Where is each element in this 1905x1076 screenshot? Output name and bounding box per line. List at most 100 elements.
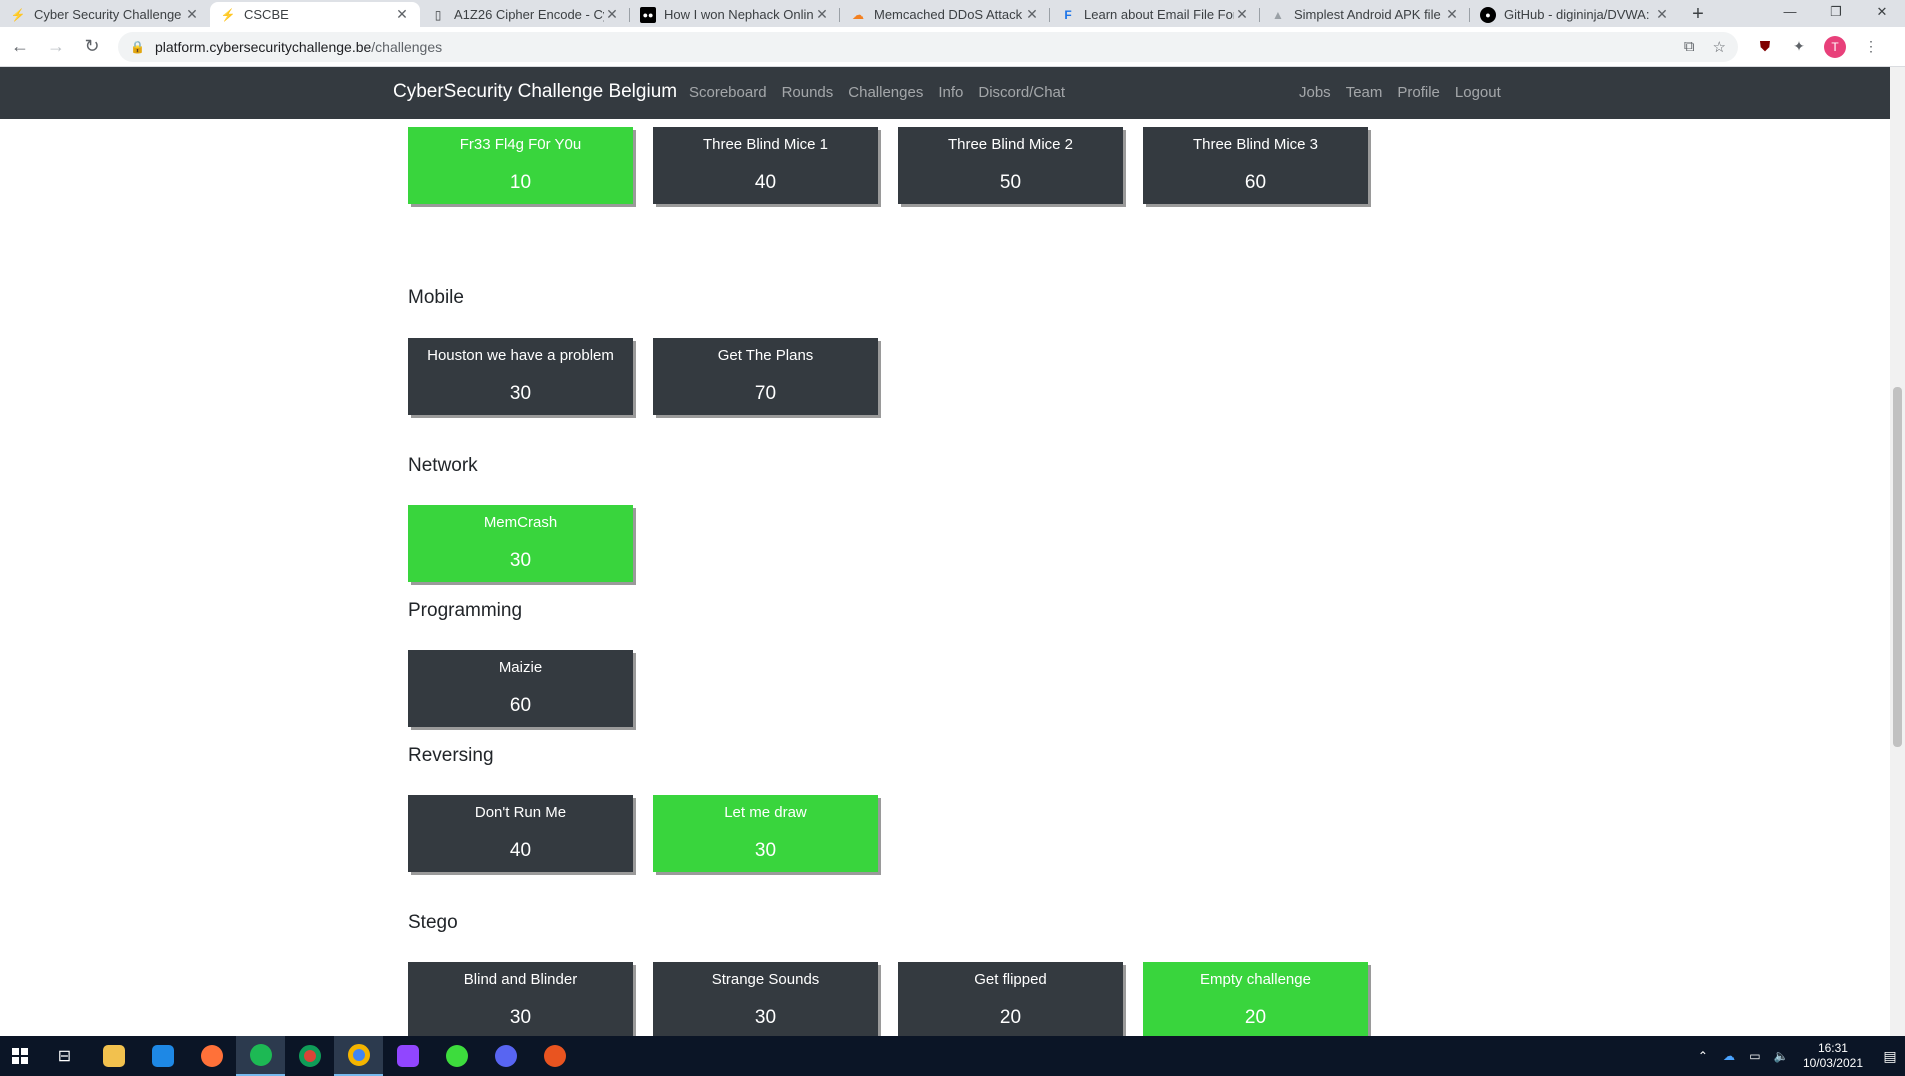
windows-start-icon[interactable] [0, 1036, 40, 1076]
close-icon[interactable]: ✕ [1234, 6, 1250, 23]
bookmark-star-icon[interactable]: ☆ [1713, 38, 1726, 56]
challenge-name: Don't Run Me [474, 804, 567, 821]
reload-icon[interactable]: ↻ [76, 31, 108, 63]
close-icon[interactable]: ✕ [814, 6, 830, 23]
challenge-points: 10 [509, 172, 532, 193]
window-controls: — ❐ ✕ [1767, 0, 1905, 24]
category-title-stego: Stego [408, 912, 458, 933]
tab-title: How I won Nephack Online [664, 7, 814, 22]
twitch-icon[interactable] [383, 1036, 432, 1076]
nav-scoreboard[interactable]: Scoreboard [689, 84, 767, 101]
profile-avatar[interactable]: T [1824, 35, 1846, 58]
browser-tab[interactable]: ☁ Memcached DDoS Attack | ✕ [840, 2, 1050, 27]
onedrive-icon[interactable]: ☁ [1719, 1049, 1739, 1063]
tray-chevron-up-icon[interactable]: ⌃ [1693, 1049, 1713, 1063]
challenge-name: Empty challenge [1200, 971, 1311, 988]
scrollbar-thumb[interactable] [1893, 387, 1902, 747]
challenge-points: 50 [999, 172, 1022, 193]
tab-title: A1Z26 Cipher Encode - Cyb [454, 7, 604, 22]
volume-icon[interactable]: 🔈 [1771, 1049, 1791, 1063]
site-navbar: CyberSecurity Challenge Belgium Scoreboa… [0, 67, 1890, 119]
challenge-points: 30 [754, 840, 777, 861]
chrome-active-icon[interactable] [334, 1036, 383, 1076]
challenge-card[interactable]: Three Blind Mice 1 40 [653, 127, 878, 204]
challenge-name: Let me draw [724, 804, 807, 821]
challenge-card[interactable]: Get flipped 20 [898, 962, 1123, 1036]
browser-tab[interactable]: ●● How I won Nephack Online ✕ [630, 2, 840, 27]
challenge-name: Houston we have a problem [427, 347, 614, 364]
cloud-icon: ☁ [852, 7, 864, 22]
challenge-card[interactable]: Fr33 Fl4g F0r Y0u 10 [408, 127, 633, 204]
tab-title: CSCBE [244, 7, 289, 22]
browser-tab[interactable]: F Learn about Email File Form ✕ [1050, 2, 1260, 27]
challenge-card[interactable]: Let me draw 30 [653, 795, 878, 872]
ublock-icon[interactable]: ⛊ [1756, 38, 1774, 56]
challenge-card[interactable]: MemCrash 30 [408, 505, 633, 582]
challenge-points: 20 [1244, 1007, 1267, 1028]
notification-icon[interactable]: ▤ [1875, 1048, 1905, 1065]
restore-icon[interactable]: ❐ [1813, 0, 1859, 24]
close-icon[interactable]: ✕ [184, 6, 200, 23]
bolt-icon: ⚡ [220, 7, 236, 22]
browser-tab[interactable]: ● GitHub - digininja/DVWA: D ✕ [1470, 2, 1680, 27]
challenge-card[interactable]: Empty challenge 20 [1143, 962, 1368, 1036]
file-explorer-icon[interactable] [89, 1036, 138, 1076]
browser-tab[interactable]: ▯ A1Z26 Cipher Encode - Cyb ✕ [420, 2, 630, 27]
nav-profile[interactable]: Profile [1397, 84, 1440, 101]
category-title-mobile: Mobile [408, 287, 464, 308]
discord-icon[interactable] [481, 1036, 530, 1076]
nav-discord-chat[interactable]: Discord/Chat [978, 84, 1065, 101]
mail-icon[interactable] [138, 1036, 187, 1076]
challenge-card[interactable]: Don't Run Me 40 [408, 795, 633, 872]
nav-info[interactable]: Info [938, 84, 963, 101]
site-brand[interactable]: CyberSecurity Challenge Belgium [393, 81, 677, 103]
challenge-name: Three Blind Mice 1 [702, 136, 829, 153]
back-icon[interactable]: ← [4, 31, 36, 63]
url-host: platform.cybersecuritychallenge.be [154, 38, 372, 55]
nav-jobs[interactable]: Jobs [1299, 84, 1331, 101]
challenge-card[interactable]: Houston we have a problem 30 [408, 338, 633, 415]
nav-team[interactable]: Team [1346, 84, 1383, 101]
forward-icon[interactable]: → [40, 31, 72, 63]
challenge-name: Get flipped [974, 971, 1047, 988]
nav-rounds[interactable]: Rounds [782, 84, 834, 101]
extensions-puzzle-icon[interactable]: ✦ [1790, 38, 1808, 56]
network-icon[interactable]: ▭ [1745, 1049, 1765, 1063]
browser-tab[interactable]: ▲ Simplest Android APK file o ✕ [1260, 2, 1470, 27]
nav-logout[interactable]: Logout [1455, 84, 1501, 101]
close-icon[interactable]: ✕ [1654, 6, 1670, 23]
browser-tab[interactable]: ⚡ Cyber Security Challenge Be ✕ [0, 2, 210, 27]
close-icon[interactable]: ✕ [394, 6, 410, 23]
challenge-card[interactable]: Strange Sounds 30 [653, 962, 878, 1036]
chrome-icon[interactable] [285, 1036, 334, 1076]
nav-challenges[interactable]: Challenges [848, 84, 923, 101]
firefox-icon[interactable] [187, 1036, 236, 1076]
task-view-icon[interactable]: ⊟ [40, 1036, 89, 1076]
clock-date: 10/03/2021 [1802, 1056, 1863, 1070]
challenge-name: Strange Sounds [711, 971, 820, 988]
browser-tab-active[interactable]: ⚡ CSCBE ✕ [210, 2, 420, 27]
challenge-name: Three Blind Mice 3 [1192, 136, 1319, 153]
page-scrollbar[interactable] [1890, 67, 1905, 1036]
challenge-card[interactable]: Get The Plans 70 [653, 338, 878, 415]
challenge-card[interactable]: Three Blind Mice 3 60 [1143, 127, 1368, 204]
challenge-name: Blind and Blinder [463, 971, 578, 988]
address-bar[interactable]: 🔒 platform.cybersecuritychallenge.be/cha… [118, 31, 1738, 62]
menu-kebab-icon[interactable]: ⋮ [1862, 38, 1880, 56]
new-tab-button[interactable]: + [1680, 2, 1716, 27]
minimize-icon[interactable]: — [1767, 0, 1813, 24]
taskbar-clock[interactable]: 16:31 10/03/2021 [1803, 1041, 1863, 1071]
close-icon[interactable]: ✕ [1024, 6, 1040, 23]
url-path: /challenges [371, 38, 443, 55]
close-window-icon[interactable]: ✕ [1859, 0, 1905, 24]
chat-icon[interactable] [432, 1036, 481, 1076]
spotify-icon[interactable] [236, 1036, 285, 1076]
challenge-card[interactable]: Maizie 60 [408, 650, 633, 727]
close-icon[interactable]: ✕ [1444, 6, 1460, 23]
ubuntu-icon[interactable] [530, 1036, 579, 1076]
challenges-content: Fr33 Fl4g F0r Y0u 10 Three Blind Mice 1 … [0, 119, 1890, 1036]
challenge-card[interactable]: Blind and Blinder 30 [408, 962, 633, 1036]
translate-icon[interactable]: ⧉ [1684, 38, 1695, 56]
challenge-card[interactable]: Three Blind Mice 2 50 [898, 127, 1123, 204]
close-icon[interactable]: ✕ [604, 6, 620, 23]
